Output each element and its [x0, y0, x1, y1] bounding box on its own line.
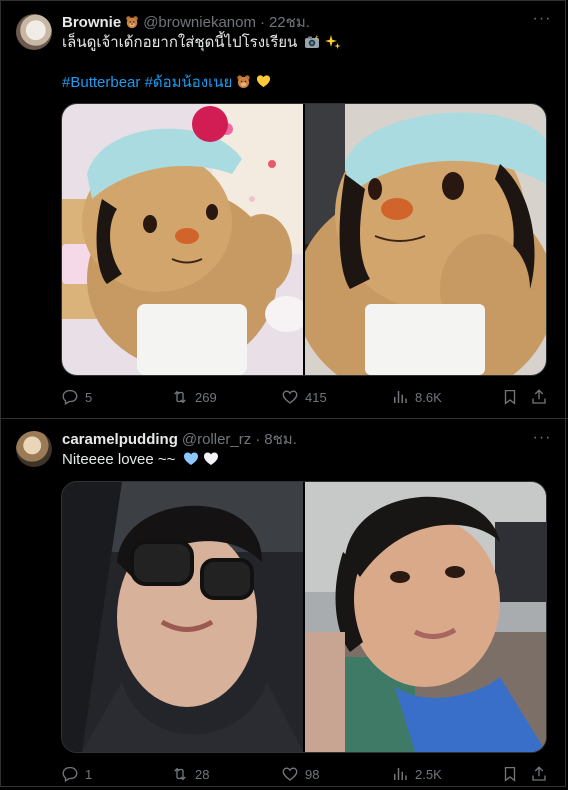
like-count: 415	[305, 389, 327, 405]
separator-dot: ·	[259, 13, 265, 31]
media-grid[interactable]	[61, 103, 547, 376]
tweet-text: Niteeee lovee ~~	[62, 450, 219, 470]
photo[interactable]	[62, 104, 303, 375]
repost-count: 28	[195, 766, 210, 782]
repost-button[interactable]: 28	[171, 765, 209, 783]
author-name[interactable]: caramelpudding	[62, 431, 178, 448]
author-name[interactable]: Brownie	[62, 14, 121, 31]
tweet-actions: 5 269 415 8.6K	[61, 387, 548, 407]
tweet-header: Brownie @browniekanom · 22ชม.	[62, 12, 310, 32]
timestamp[interactable]: 8ชม.	[264, 427, 297, 451]
bookmark-icon	[504, 389, 516, 405]
reply-icon	[62, 389, 78, 405]
avatar[interactable]	[16, 431, 52, 467]
tweet-hashtags: #Butterbear #ด้อมน้องเนย	[62, 73, 271, 93]
more-icon[interactable]: ···	[532, 430, 552, 447]
tweet-text-content: Niteeee lovee ~~	[62, 451, 176, 468]
blue-heart-emoji-icon	[183, 452, 198, 465]
repost-icon	[174, 390, 186, 404]
media-grid[interactable]	[61, 481, 547, 753]
tweet-text: เล็นดูเจ้าเด้กอยากใส่ชุดนี้ไปโรงเรียน	[62, 33, 341, 53]
photo[interactable]	[305, 482, 546, 752]
timestamp[interactable]: 22ชม.	[269, 10, 310, 34]
bear-photo-right	[305, 104, 546, 375]
view-count: 2.5K	[415, 766, 442, 782]
author-handle[interactable]: @browniekanom	[143, 14, 256, 31]
hashtag-link[interactable]: #ด้อมน้องเนย	[145, 74, 233, 91]
more-icon[interactable]: ···	[532, 11, 552, 28]
reply-button[interactable]: 1	[61, 765, 92, 783]
bookmark-button[interactable]	[501, 388, 519, 406]
selfie-photo-right	[305, 482, 546, 752]
like-count: 98	[305, 766, 320, 782]
reply-icon	[62, 766, 78, 782]
separator-dot: ·	[255, 430, 261, 448]
view-count: 8.6K	[415, 389, 442, 405]
share-icon	[532, 766, 546, 781]
photo[interactable]	[62, 482, 303, 752]
reply-count: 5	[85, 389, 93, 405]
yellow-heart-emoji-icon	[256, 75, 270, 88]
share-icon	[532, 389, 546, 404]
bookmark-icon	[504, 766, 516, 782]
bear-emoji-icon	[126, 16, 138, 29]
like-icon	[282, 390, 298, 404]
views-icon	[394, 391, 407, 403]
tweet-actions: 1 28 98 2.5K	[61, 764, 548, 784]
tweet-text-content: เล็นดูเจ้าเด้กอยากใส่ชุดนี้ไปโรงเรียน	[62, 34, 298, 51]
photo[interactable]	[305, 104, 546, 375]
white-heart-emoji-icon	[203, 452, 218, 465]
avatar[interactable]	[16, 14, 52, 50]
like-icon	[282, 767, 298, 781]
views-button[interactable]: 8.6K	[391, 388, 442, 406]
bear-emoji-icon	[237, 75, 251, 89]
tweet[interactable]: Brownie @browniekanom · 22ชม. ··· เล็นดู…	[0, 0, 568, 418]
repost-icon	[174, 767, 186, 781]
bear-photo-left	[62, 104, 303, 375]
repost-count: 269	[195, 389, 217, 405]
tweet[interactable]: caramelpudding @roller_rz · 8ชม. ··· Nit…	[0, 418, 568, 790]
bookmark-button[interactable]	[501, 765, 519, 783]
camera-flash-emoji-icon	[305, 35, 320, 48]
reply-count: 1	[85, 766, 93, 782]
hashtag-link[interactable]: #Butterbear	[62, 74, 140, 91]
like-button[interactable]: 415	[281, 388, 327, 406]
views-icon	[394, 768, 407, 780]
views-button[interactable]: 2.5K	[391, 765, 442, 783]
like-button[interactable]: 98	[281, 765, 319, 783]
repost-button[interactable]: 269	[171, 388, 217, 406]
share-button[interactable]	[530, 765, 548, 783]
author-handle[interactable]: @roller_rz	[182, 431, 251, 448]
sparkles-emoji-icon	[324, 35, 341, 49]
reply-button[interactable]: 5	[61, 388, 92, 406]
selfie-photo-left	[62, 482, 303, 752]
share-button[interactable]	[530, 388, 548, 406]
tweet-header: caramelpudding @roller_rz · 8ชม.	[62, 429, 297, 449]
